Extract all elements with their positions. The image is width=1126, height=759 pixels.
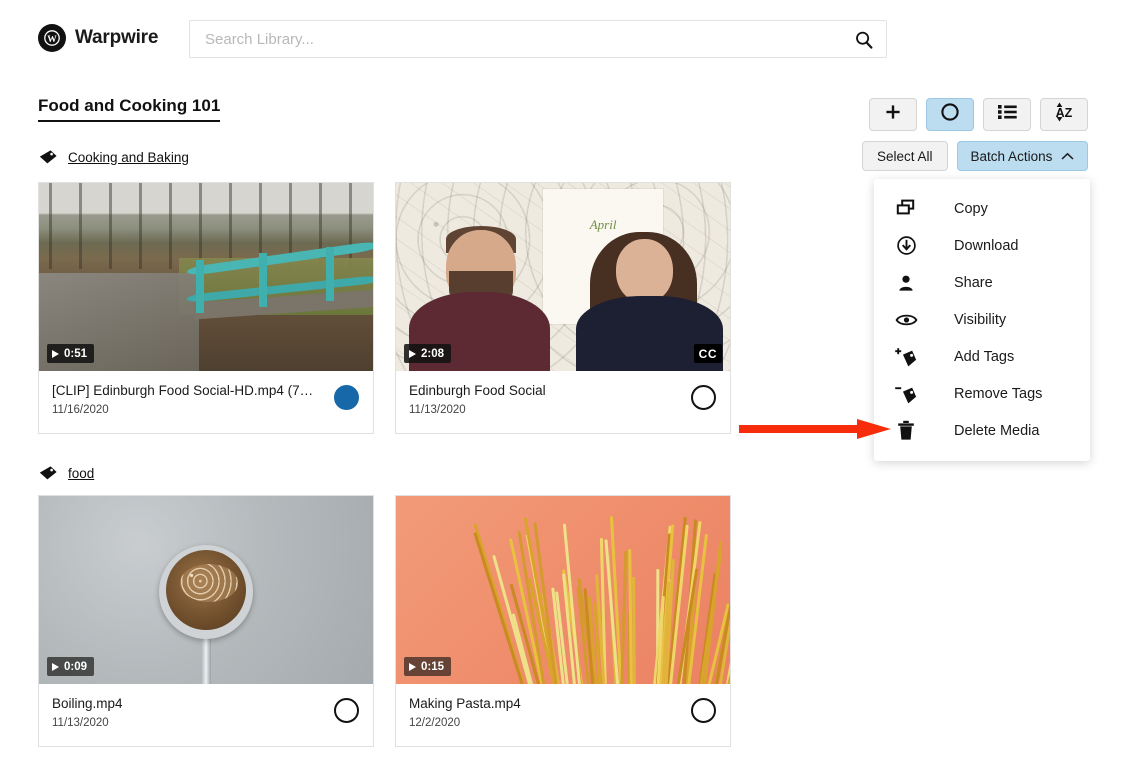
menu-item-share[interactable]: Share: [874, 264, 1090, 301]
media-library-page: W Warpwire Food and Cooking 101: [0, 0, 1126, 759]
circle-icon: [939, 101, 961, 128]
play-icon: [52, 663, 59, 671]
media-meta: Edinburgh Food Social 11/13/2020: [396, 371, 730, 433]
add-media-button[interactable]: [869, 98, 917, 131]
warpwire-logo-icon: W: [38, 24, 66, 52]
media-meta: Boiling.mp4 11/13/2020: [39, 684, 373, 746]
media-thumbnail[interactable]: 0:51: [39, 183, 373, 371]
interview-two-people-thumbnail: April: [396, 183, 730, 371]
media-date: 11/13/2020: [409, 404, 716, 416]
batch-actions-menu: Copy Download Share Visibility Add Tags …: [874, 179, 1090, 461]
tag-label[interactable]: food: [68, 466, 94, 481]
media-meta: Making Pasta.mp4 12/2/2020: [396, 684, 730, 746]
menu-item-label: Delete Media: [954, 423, 1039, 439]
menu-item-visibility[interactable]: Visibility: [874, 301, 1090, 338]
selection-toggle[interactable]: [691, 698, 716, 723]
tag-row-food[interactable]: food: [38, 463, 94, 483]
tag-row-cooking-and-baking[interactable]: Cooking and Baking: [38, 147, 189, 167]
duration-text: 0:15: [421, 661, 444, 673]
menu-item-label: Visibility: [954, 312, 1006, 328]
list-icon: [997, 103, 1018, 126]
grid-view-button[interactable]: [926, 98, 974, 131]
media-date: 12/2/2020: [409, 717, 716, 729]
media-date: 11/13/2020: [52, 717, 359, 729]
media-card[interactable]: 0:15 Making Pasta.mp4 12/2/2020: [395, 495, 731, 747]
play-icon: [409, 663, 416, 671]
tag-plus-icon: [893, 345, 919, 369]
media-title: Making Pasta.mp4: [409, 696, 677, 711]
duration-badge: 0:09: [47, 657, 94, 676]
sort-az-icon: AZ: [1051, 100, 1077, 129]
menu-item-add-tags[interactable]: Add Tags: [874, 338, 1090, 375]
saucepan-boiling-thumbnail: [39, 496, 373, 684]
media-thumbnail[interactable]: 0:09: [39, 496, 373, 684]
menu-item-label: Copy: [954, 201, 988, 217]
menu-item-remove-tags[interactable]: Remove Tags: [874, 375, 1090, 412]
tag-icon: [38, 147, 58, 167]
duration-badge: 0:51: [47, 344, 94, 363]
play-icon: [52, 350, 59, 358]
select-all-button[interactable]: Select All: [862, 141, 948, 171]
plus-icon: [883, 102, 903, 127]
selection-toggle[interactable]: [334, 385, 359, 410]
spaghetti-thumbnail: [396, 496, 730, 684]
tag-minus-icon: [893, 382, 919, 406]
menu-item-label: Remove Tags: [954, 386, 1042, 402]
chevron-up-icon: [1061, 149, 1074, 164]
tag-icon: [38, 463, 58, 483]
search-input[interactable]: [203, 21, 823, 57]
batch-actions-button[interactable]: Batch Actions: [957, 141, 1089, 171]
person-icon: [893, 271, 919, 295]
menu-item-label: Add Tags: [954, 349, 1014, 365]
media-thumbnail[interactable]: April 2:08 CC: [396, 183, 730, 371]
media-title: Edinburgh Food Social: [409, 383, 677, 398]
copy-icon: [893, 197, 919, 221]
bridge-landscape-thumbnail: [39, 183, 373, 371]
selection-toggle[interactable]: [691, 385, 716, 410]
duration-text: 2:08: [421, 348, 444, 360]
search-icon[interactable]: [854, 30, 874, 50]
download-circle-icon: [893, 234, 919, 258]
svg-text:W: W: [47, 35, 57, 45]
brand[interactable]: W Warpwire: [38, 24, 158, 52]
duration-text: 0:51: [64, 348, 87, 360]
media-meta: [CLIP] Edinburgh Food Social-HD.mp4 (72……: [39, 371, 373, 433]
menu-item-delete-media[interactable]: Delete Media: [874, 412, 1090, 449]
page-title: Food and Cooking 101: [38, 97, 220, 122]
menu-item-label: Share: [954, 275, 993, 291]
batch-actions-label: Batch Actions: [971, 149, 1053, 164]
search-bar[interactable]: [189, 20, 887, 58]
spaghetti-strand: [620, 551, 627, 684]
menu-item-copy[interactable]: Copy: [874, 190, 1090, 227]
brand-name: Warpwire: [75, 27, 158, 49]
menu-item-label: Download: [954, 238, 1019, 254]
menu-item-download[interactable]: Download: [874, 227, 1090, 264]
view-toolbar: AZ: [869, 98, 1088, 131]
media-card[interactable]: 0:09 Boiling.mp4 11/13/2020: [38, 495, 374, 747]
annotation-arrow: [739, 419, 891, 439]
duration-text: 0:09: [64, 661, 87, 673]
selection-toggle[interactable]: [334, 698, 359, 723]
duration-badge: 2:08: [404, 344, 451, 363]
play-icon: [409, 350, 416, 358]
action-toolbar: Select All Batch Actions: [862, 141, 1088, 171]
media-card[interactable]: 0:51 [CLIP] Edinburgh Food Social-HD.mp4…: [38, 182, 374, 434]
trash-icon: [893, 419, 919, 443]
media-thumbnail[interactable]: 0:15: [396, 496, 730, 684]
list-view-button[interactable]: [983, 98, 1031, 131]
eye-icon: [893, 308, 919, 332]
media-title: [CLIP] Edinburgh Food Social-HD.mp4 (72…: [52, 383, 320, 398]
media-date: 11/16/2020: [52, 404, 359, 416]
duration-badge: 0:15: [404, 657, 451, 676]
app-header: W Warpwire: [0, 0, 1126, 78]
captions-badge: CC: [694, 344, 722, 363]
media-title: Boiling.mp4: [52, 696, 320, 711]
sort-button[interactable]: AZ: [1040, 98, 1088, 131]
media-card[interactable]: April 2:08 CC Edinburgh Food Social 11/1…: [395, 182, 731, 434]
tag-label[interactable]: Cooking and Baking: [68, 150, 189, 165]
